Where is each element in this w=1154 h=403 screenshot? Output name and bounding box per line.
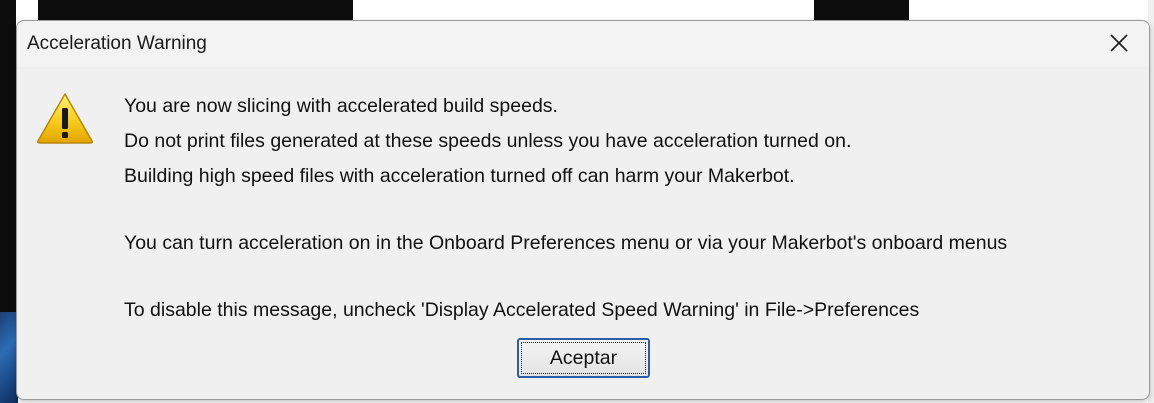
background-window-fragment	[814, 0, 909, 20]
message-line: Do not print files generated at these sp…	[124, 130, 852, 152]
warning-triangle-icon	[37, 93, 93, 144]
warning-message: You are now slicing with accelerated bui…	[124, 89, 1139, 328]
dialog-title: Acceleration Warning	[27, 33, 207, 54]
acceleration-warning-dialog: Acceleration Warning You are now slicing…	[16, 20, 1150, 400]
message-line: You are now slicing with accelerated bui…	[124, 95, 558, 117]
close-icon	[1110, 34, 1128, 52]
dialog-titlebar[interactable]: Acceleration Warning	[17, 21, 1149, 67]
close-button[interactable]	[1101, 27, 1137, 59]
message-line-disable: To disable this message, uncheck 'Displa…	[124, 299, 920, 321]
message-line: Building high speed files with accelerat…	[124, 165, 795, 187]
accept-button[interactable]: Aceptar	[517, 338, 650, 378]
background-window-fragment	[38, 0, 353, 20]
message-line-onboard: You can turn acceleration on in the Onbo…	[124, 232, 1008, 254]
